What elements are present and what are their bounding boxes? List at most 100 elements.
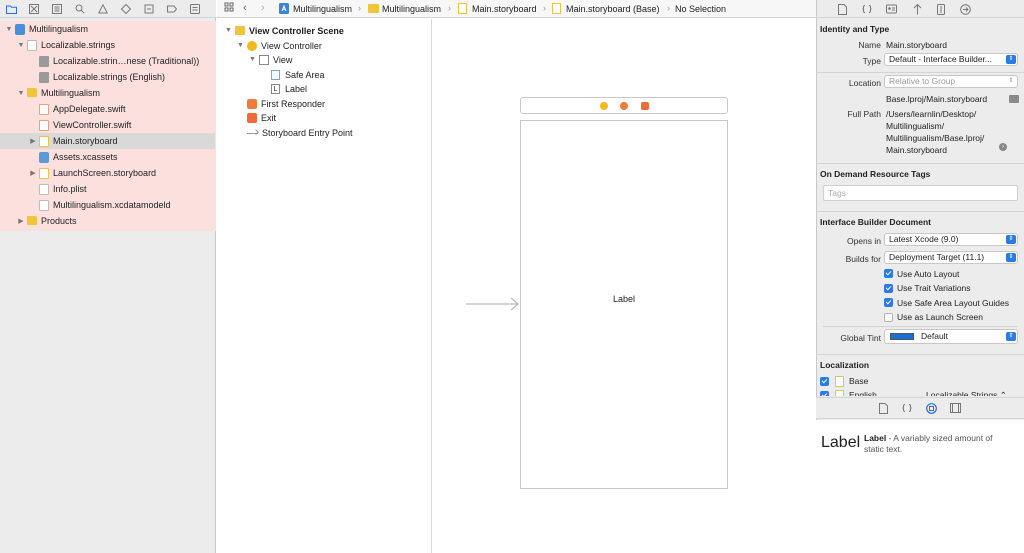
source-control-icon[interactable] xyxy=(28,3,40,15)
library-item-preview[interactable]: Label xyxy=(821,434,860,452)
localization-label: English xyxy=(849,389,877,397)
full-path-line: Multilingualism/Base.lproj/ xyxy=(886,133,985,143)
crumb-folder[interactable]: Multilingualism xyxy=(382,4,441,14)
separator xyxy=(816,163,1024,164)
file-tree-row[interactable]: ViewController.swift xyxy=(0,117,215,133)
outline-label: View Controller Scene xyxy=(249,26,344,36)
file-tree-row[interactable]: Multilingualism.xcdatamodeld xyxy=(0,197,215,213)
folder-icon xyxy=(27,88,37,97)
disclosure-open-icon[interactable]: ▼ xyxy=(225,27,232,34)
disclosure-closed-icon[interactable]: ▶ xyxy=(29,169,37,177)
view-controller-scene[interactable] xyxy=(520,120,728,489)
file-tree-row[interactable]: Localizable.strin…nese (Traditional)) xyxy=(0,53,215,69)
disclosure-closed-icon[interactable]: ▶ xyxy=(29,137,37,145)
back-icon[interactable]: ‹ xyxy=(243,2,247,14)
full-path-line: Main.storyboard xyxy=(886,145,947,155)
checkbox[interactable] xyxy=(884,298,893,307)
library-item-description: Label - A variably sized amount of stati… xyxy=(864,433,1014,455)
file-tree-row[interactable]: ▶ LaunchScreen.storyboard xyxy=(0,165,215,181)
checkbox-label[interactable]: Use Auto Layout xyxy=(897,269,959,279)
scene-label[interactable]: Label xyxy=(600,294,648,304)
popup-stepper-icon: ⇕ xyxy=(1006,55,1016,64)
outline-label: Safe Area xyxy=(285,69,325,80)
quick-help-icon[interactable] xyxy=(861,3,873,15)
popup-stepper-icon: ⇕ xyxy=(1006,235,1016,244)
symbol-icon[interactable] xyxy=(51,3,63,15)
popup-stepper-icon: ⇕ xyxy=(1006,253,1016,262)
location-value: Relative to Group xyxy=(889,76,956,86)
global-tint-popup[interactable]: Default ⇕ xyxy=(884,329,1018,344)
file-tree-row[interactable]: Info.plist xyxy=(0,181,215,197)
grid-icon[interactable] xyxy=(224,2,234,15)
strings-file-icon xyxy=(39,72,49,83)
scene-icon xyxy=(235,26,245,35)
issue-icon[interactable] xyxy=(97,3,109,15)
file-tree-row[interactable]: ▼ Localizable.strings xyxy=(0,37,215,53)
first-responder-icon[interactable] xyxy=(620,102,628,110)
file-tree-row[interactable]: ▼ Multilingualism xyxy=(0,21,215,37)
checkbox[interactable] xyxy=(884,283,893,293)
opens-in-popup[interactable]: Latest Xcode (9.0) ⇕ xyxy=(884,233,1018,246)
file-icon xyxy=(39,184,49,195)
crumb-file[interactable]: Main.storyboard xyxy=(472,4,537,14)
strings-file-icon xyxy=(27,40,37,51)
checkbox-label[interactable]: Use as Launch Screen xyxy=(897,312,983,322)
popup-stepper-icon: ⇕ xyxy=(1008,78,1014,84)
checkbox[interactable] xyxy=(884,312,893,322)
file-tree-row[interactable]: ▶ Products xyxy=(0,213,215,229)
file-tree-row[interactable]: Assets.xcassets xyxy=(0,149,215,165)
jump-bar: ‹ › Multilingualism › Multilingualism › … xyxy=(217,0,816,18)
crumb-selection[interactable]: No Selection xyxy=(675,4,726,14)
exit-icon[interactable] xyxy=(641,102,649,110)
forward-icon[interactable]: › xyxy=(261,2,265,14)
size-icon[interactable] xyxy=(935,3,947,15)
find-icon[interactable] xyxy=(74,3,86,15)
reveal-folder-icon[interactable] xyxy=(1009,95,1019,103)
localization-value[interactable]: Localizable Strings ⌃ xyxy=(926,390,1007,397)
tags-field[interactable]: Tags xyxy=(823,185,1018,201)
media-library-icon[interactable] xyxy=(949,402,961,414)
scene-dock[interactable] xyxy=(520,97,728,114)
attributes-icon[interactable] xyxy=(911,3,923,15)
checkbox[interactable] xyxy=(820,390,829,396)
type-popup[interactable]: Default - Interface Builder... ⇕ xyxy=(884,53,1018,66)
entry-point-arrow-icon[interactable] xyxy=(466,296,520,312)
object-library-icon[interactable] xyxy=(925,402,937,414)
checkbox[interactable] xyxy=(884,269,893,278)
file-template-icon[interactable] xyxy=(877,402,889,414)
identity-type-header: Identity and Type xyxy=(820,24,890,34)
disclosure-closed-icon[interactable]: ▶ xyxy=(17,217,25,225)
file-tree-row[interactable]: AppDelegate.swift xyxy=(0,101,215,117)
crumb-base[interactable]: Main.storyboard (Base) xyxy=(566,4,660,14)
file-tree-row[interactable]: ▶ Main.storyboard xyxy=(0,133,215,149)
identity-icon[interactable] xyxy=(885,3,897,15)
test-icon[interactable] xyxy=(120,3,132,15)
project-icon xyxy=(15,24,25,35)
folder-icon[interactable] xyxy=(5,3,17,15)
file-icon[interactable] xyxy=(836,3,848,15)
checkbox[interactable] xyxy=(820,377,829,386)
disclosure-open-icon[interactable]: ▼ xyxy=(17,41,25,49)
localization-row[interactable]: English Localizable Strings ⌃ xyxy=(816,389,1024,397)
file-tree-label: Multilingualism xyxy=(29,24,89,34)
builds-for-popup[interactable]: Deployment Target (11.1) ⇕ xyxy=(884,251,1018,264)
report-icon[interactable] xyxy=(189,3,201,15)
disclosure-open-icon[interactable]: ▼ xyxy=(249,56,256,63)
localization-row[interactable]: Base xyxy=(816,375,1024,388)
reveal-arrow-icon[interactable]: › xyxy=(999,143,1007,151)
file-tree-row[interactable]: Localizable.strings (English) xyxy=(0,69,215,85)
debug-icon[interactable] xyxy=(143,3,155,15)
location-popup[interactable]: Relative to Group ⇕ xyxy=(884,75,1018,88)
checkbox-label[interactable]: Use Trait Variations xyxy=(897,283,971,293)
asset-catalog-icon xyxy=(39,152,49,163)
crumb-project[interactable]: Multilingualism xyxy=(293,4,352,14)
breakpoint-icon[interactable] xyxy=(166,3,178,15)
disclosure-open-icon[interactable]: ▼ xyxy=(237,42,244,49)
connections-icon[interactable] xyxy=(959,3,971,15)
checkbox-label[interactable]: Use Safe Area Layout Guides xyxy=(897,298,1009,308)
file-tree-row[interactable]: ▼ Multilingualism xyxy=(0,85,215,101)
disclosure-open-icon[interactable]: ▼ xyxy=(5,25,13,33)
view-controller-icon[interactable] xyxy=(600,102,608,110)
code-snippet-icon[interactable] xyxy=(901,402,913,414)
disclosure-open-icon[interactable]: ▼ xyxy=(17,89,25,97)
